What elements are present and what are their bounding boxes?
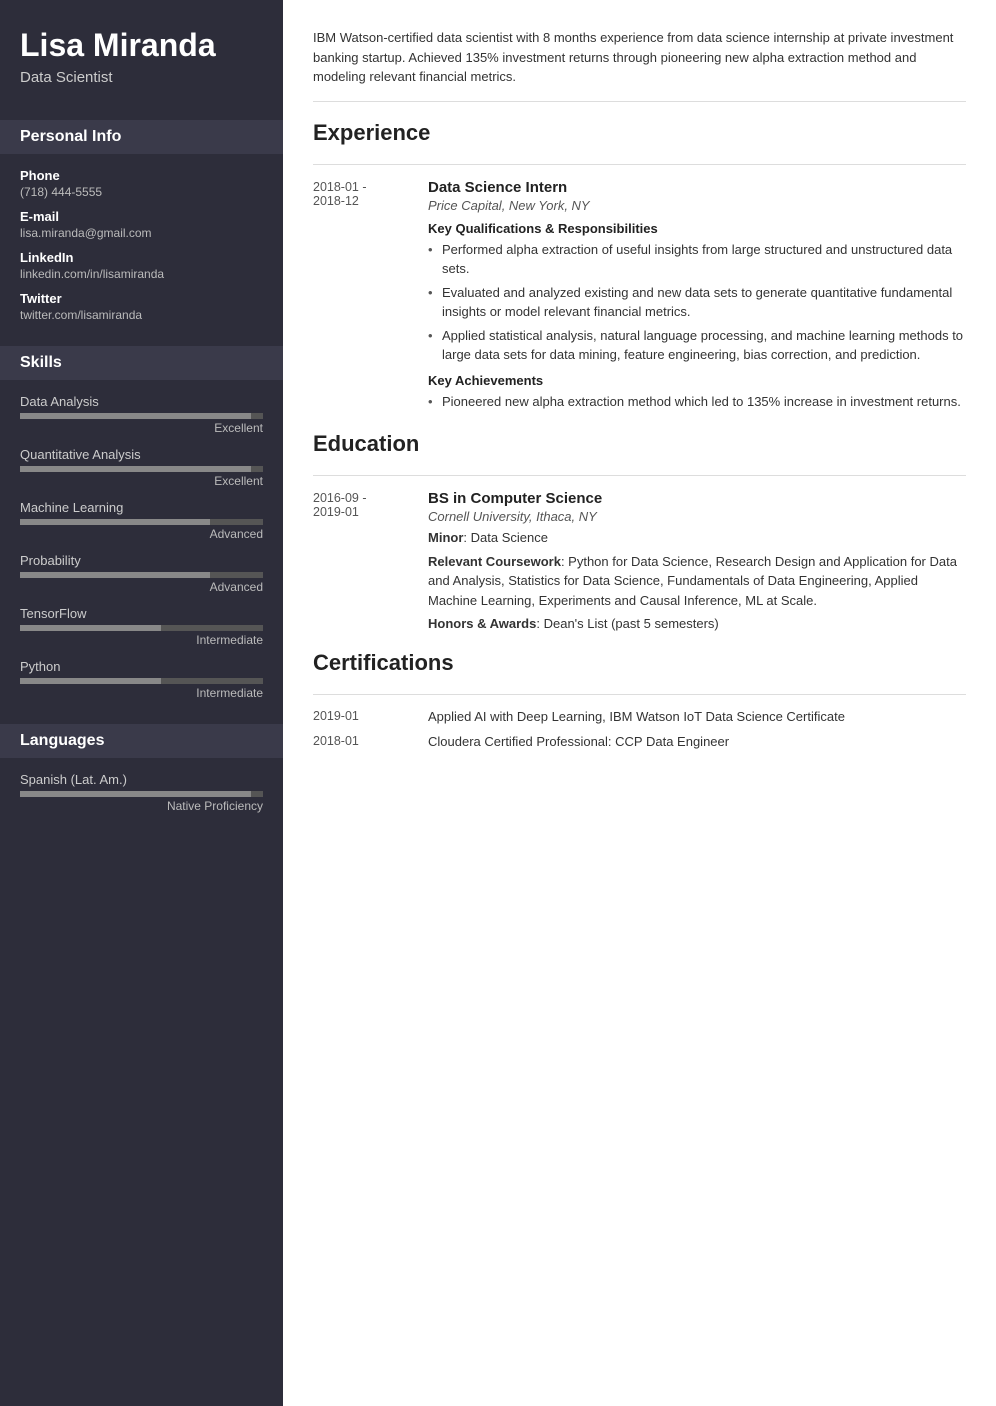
skill-bar-0	[20, 413, 263, 419]
skill-bar-fill-3	[20, 572, 210, 578]
twitter-label: Twitter	[20, 291, 263, 306]
coursework-0: Relevant Coursework: Python for Data Sci…	[428, 552, 966, 611]
twitter-value: twitter.com/lisamiranda	[20, 308, 263, 322]
phone-value: (718) 444-5555	[20, 185, 263, 199]
skill-bar-fill-2	[20, 519, 210, 525]
skill-name-4: TensorFlow	[20, 606, 263, 621]
skill-item-1: Quantitative Analysis Excellent	[20, 447, 263, 488]
language-name-0: Spanish (Lat. Am.)	[20, 772, 263, 787]
skill-bar-4	[20, 625, 263, 631]
skill-bar-5	[20, 678, 263, 684]
skill-bar-fill-1	[20, 466, 251, 472]
candidate-name: Lisa Miranda	[20, 28, 263, 63]
email-label: E-mail	[20, 209, 263, 224]
certifications-divider	[313, 694, 966, 695]
skill-item-2: Machine Learning Advanced	[20, 500, 263, 541]
skill-item-3: Probability Advanced	[20, 553, 263, 594]
education-divider	[313, 475, 966, 476]
skill-bar-fill-0	[20, 413, 251, 419]
degree-0: BS in Computer Science	[428, 490, 966, 507]
languages-section: Languages Spanish (Lat. Am.) Native Prof…	[0, 710, 283, 823]
skills-list: Data Analysis Excellent Quantitative Ana…	[20, 394, 263, 700]
candidate-title: Data Scientist	[20, 69, 263, 86]
skill-name-3: Probability	[20, 553, 263, 568]
skill-name-2: Machine Learning	[20, 500, 263, 515]
skill-bar-1	[20, 466, 263, 472]
certifications-list: 2019-01 Applied AI with Deep Learning, I…	[313, 709, 966, 749]
language-item-0: Spanish (Lat. Am.) Native Proficiency	[20, 772, 263, 813]
skill-name-0: Data Analysis	[20, 394, 263, 409]
languages-title: Languages	[0, 724, 283, 758]
achievements-label-0: Key Achievements	[428, 373, 966, 388]
qualification-0: Performed alpha extraction of useful ins…	[428, 240, 966, 279]
linkedin-label: LinkedIn	[20, 250, 263, 265]
cert-entry-0: 2019-01 Applied AI with Deep Learning, I…	[313, 709, 966, 724]
cert-entry-1: 2018-01 Cloudera Certified Professional:…	[313, 734, 966, 749]
skill-bar-fill-5	[20, 678, 161, 684]
language-level-0: Native Proficiency	[20, 799, 263, 813]
experience-date-0: 2018-01 -2018-12	[313, 179, 428, 416]
qualifications-list-0: Performed alpha extraction of useful ins…	[428, 240, 966, 365]
skills-title: Skills	[0, 346, 283, 380]
honors-0: Honors & Awards: Dean's List (past 5 sem…	[428, 614, 966, 634]
coursework-label-0: Relevant Coursework	[428, 554, 561, 569]
education-content-0: BS in Computer Science Cornell Universit…	[428, 490, 966, 634]
education-title: Education	[313, 431, 966, 461]
skill-level-2: Advanced	[20, 527, 263, 541]
summary-text: IBM Watson-certified data scientist with…	[313, 28, 966, 102]
school-0: Cornell University, Ithaca, NY	[428, 509, 966, 524]
honors-label-0: Honors & Awards	[428, 616, 536, 631]
sidebar: Lisa Miranda Data Scientist Personal Inf…	[0, 0, 283, 1406]
cert-text-0: Applied AI with Deep Learning, IBM Watso…	[428, 709, 966, 724]
skill-item-4: TensorFlow Intermediate	[20, 606, 263, 647]
resume-page: Lisa Miranda Data Scientist Personal Inf…	[0, 0, 996, 1406]
language-bar-0	[20, 791, 263, 797]
minor-0: Minor: Data Science	[428, 528, 966, 548]
minor-label-0: Minor	[428, 530, 463, 545]
qualification-2: Applied statistical analysis, natural la…	[428, 326, 966, 365]
skill-level-5: Intermediate	[20, 686, 263, 700]
language-bar-fill-0	[20, 791, 251, 797]
skill-level-1: Excellent	[20, 474, 263, 488]
certifications-section: Certifications 2019-01 Applied AI with D…	[313, 650, 966, 749]
experience-title: Experience	[313, 120, 966, 150]
email-value: lisa.miranda@gmail.com	[20, 226, 263, 240]
cert-text-1: Cloudera Certified Professional: CCP Dat…	[428, 734, 966, 749]
skill-bar-2	[20, 519, 263, 525]
experience-divider	[313, 164, 966, 165]
qualifications-label-0: Key Qualifications & Responsibilities	[428, 221, 966, 236]
cert-date-1: 2018-01	[313, 734, 428, 749]
experience-content-0: Data Science Intern Price Capital, New Y…	[428, 179, 966, 416]
main-content: IBM Watson-certified data scientist with…	[283, 0, 996, 1406]
skills-section: Skills Data Analysis Excellent Quantitat…	[0, 332, 283, 710]
personal-info-title: Personal Info	[0, 120, 283, 154]
cert-date-0: 2019-01	[313, 709, 428, 724]
skill-bar-fill-4	[20, 625, 161, 631]
certifications-title: Certifications	[313, 650, 966, 680]
skill-bar-3	[20, 572, 263, 578]
education-entry-0: 2016-09 -2019-01 BS in Computer Science …	[313, 490, 966, 634]
achievements-list-0: Pioneered new alpha extraction method wh…	[428, 392, 966, 412]
skill-item-0: Data Analysis Excellent	[20, 394, 263, 435]
linkedin-value: linkedin.com/in/lisamiranda	[20, 267, 263, 281]
qualification-1: Evaluated and analyzed existing and new …	[428, 283, 966, 322]
experience-section: Experience 2018-01 -2018-12 Data Science…	[313, 120, 966, 416]
personal-info-section: Personal Info Phone (718) 444-5555 E-mai…	[0, 106, 283, 332]
education-date-0: 2016-09 -2019-01	[313, 490, 428, 634]
languages-list: Spanish (Lat. Am.) Native Proficiency	[20, 772, 263, 813]
experience-entry-0: 2018-01 -2018-12 Data Science Intern Pri…	[313, 179, 966, 416]
phone-label: Phone	[20, 168, 263, 183]
skill-level-3: Advanced	[20, 580, 263, 594]
skill-name-1: Quantitative Analysis	[20, 447, 263, 462]
skill-level-0: Excellent	[20, 421, 263, 435]
skill-level-4: Intermediate	[20, 633, 263, 647]
achievement-0: Pioneered new alpha extraction method wh…	[428, 392, 966, 412]
job-title-0: Data Science Intern	[428, 179, 966, 196]
education-section: Education 2016-09 -2019-01 BS in Compute…	[313, 431, 966, 634]
company-0: Price Capital, New York, NY	[428, 198, 966, 213]
skill-item-5: Python Intermediate	[20, 659, 263, 700]
sidebar-header: Lisa Miranda Data Scientist	[0, 0, 283, 106]
skill-name-5: Python	[20, 659, 263, 674]
